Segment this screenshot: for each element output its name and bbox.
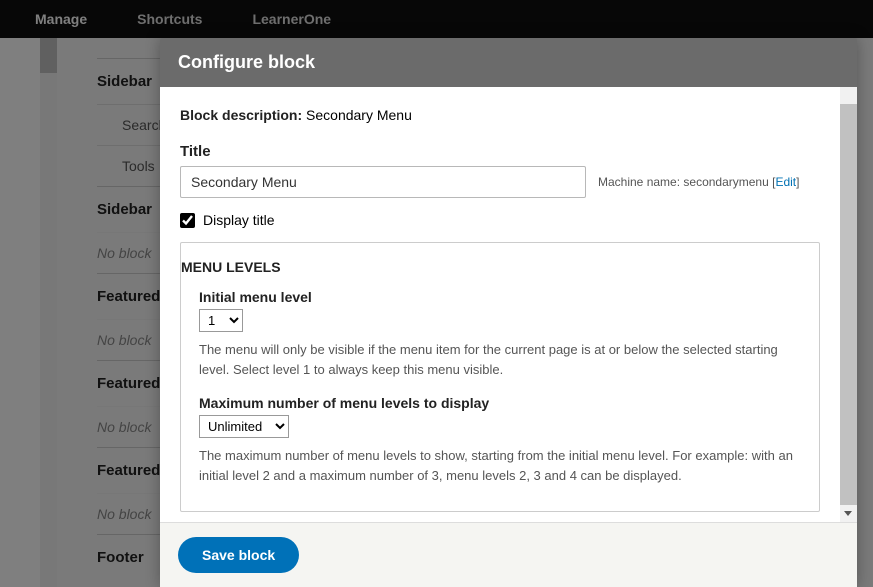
max-levels-select[interactable]: Unlimited [199,415,289,438]
menu-levels-legend: MENU LEVELS [181,259,819,275]
scroll-up-icon[interactable] [844,93,852,98]
display-title-checkbox[interactable] [180,213,195,228]
block-description-value: Secondary Menu [306,107,412,123]
menu-levels-fieldset: MENU LEVELS Initial menu level 1 The men… [180,242,820,512]
machine-name-value: secondarymenu [683,175,768,189]
block-description-row: Block description: Secondary Menu [180,107,820,123]
display-title-label: Display title [203,212,275,228]
dialog-footer: Save block [160,522,857,587]
max-levels-label: Maximum number of menu levels to display [199,395,801,411]
initial-level-label: Initial menu level [199,289,801,305]
machine-name-label: Machine name: [598,175,680,189]
save-block-button[interactable]: Save block [178,537,299,573]
machine-name-edit-link[interactable]: Edit [775,175,796,189]
title-field-label: Title [180,143,820,160]
scroll-down-icon[interactable] [844,511,852,516]
max-levels-help: The maximum number of menu levels to sho… [199,446,801,485]
scrollbar-thumb[interactable] [840,104,857,505]
dialog-scrollbar[interactable] [840,87,857,522]
dialog-body: Block description: Secondary Menu Title … [160,87,840,522]
block-description-label: Block description [180,107,297,123]
title-input[interactable] [180,166,586,198]
dialog-title: Configure block [160,38,857,87]
machine-name-row: Machine name: secondarymenu [Edit] [598,175,799,189]
configure-block-dialog: Configure block Block description: Secon… [160,38,857,587]
initial-level-select[interactable]: 1 [199,309,243,332]
initial-level-help: The menu will only be visible if the men… [199,340,801,379]
